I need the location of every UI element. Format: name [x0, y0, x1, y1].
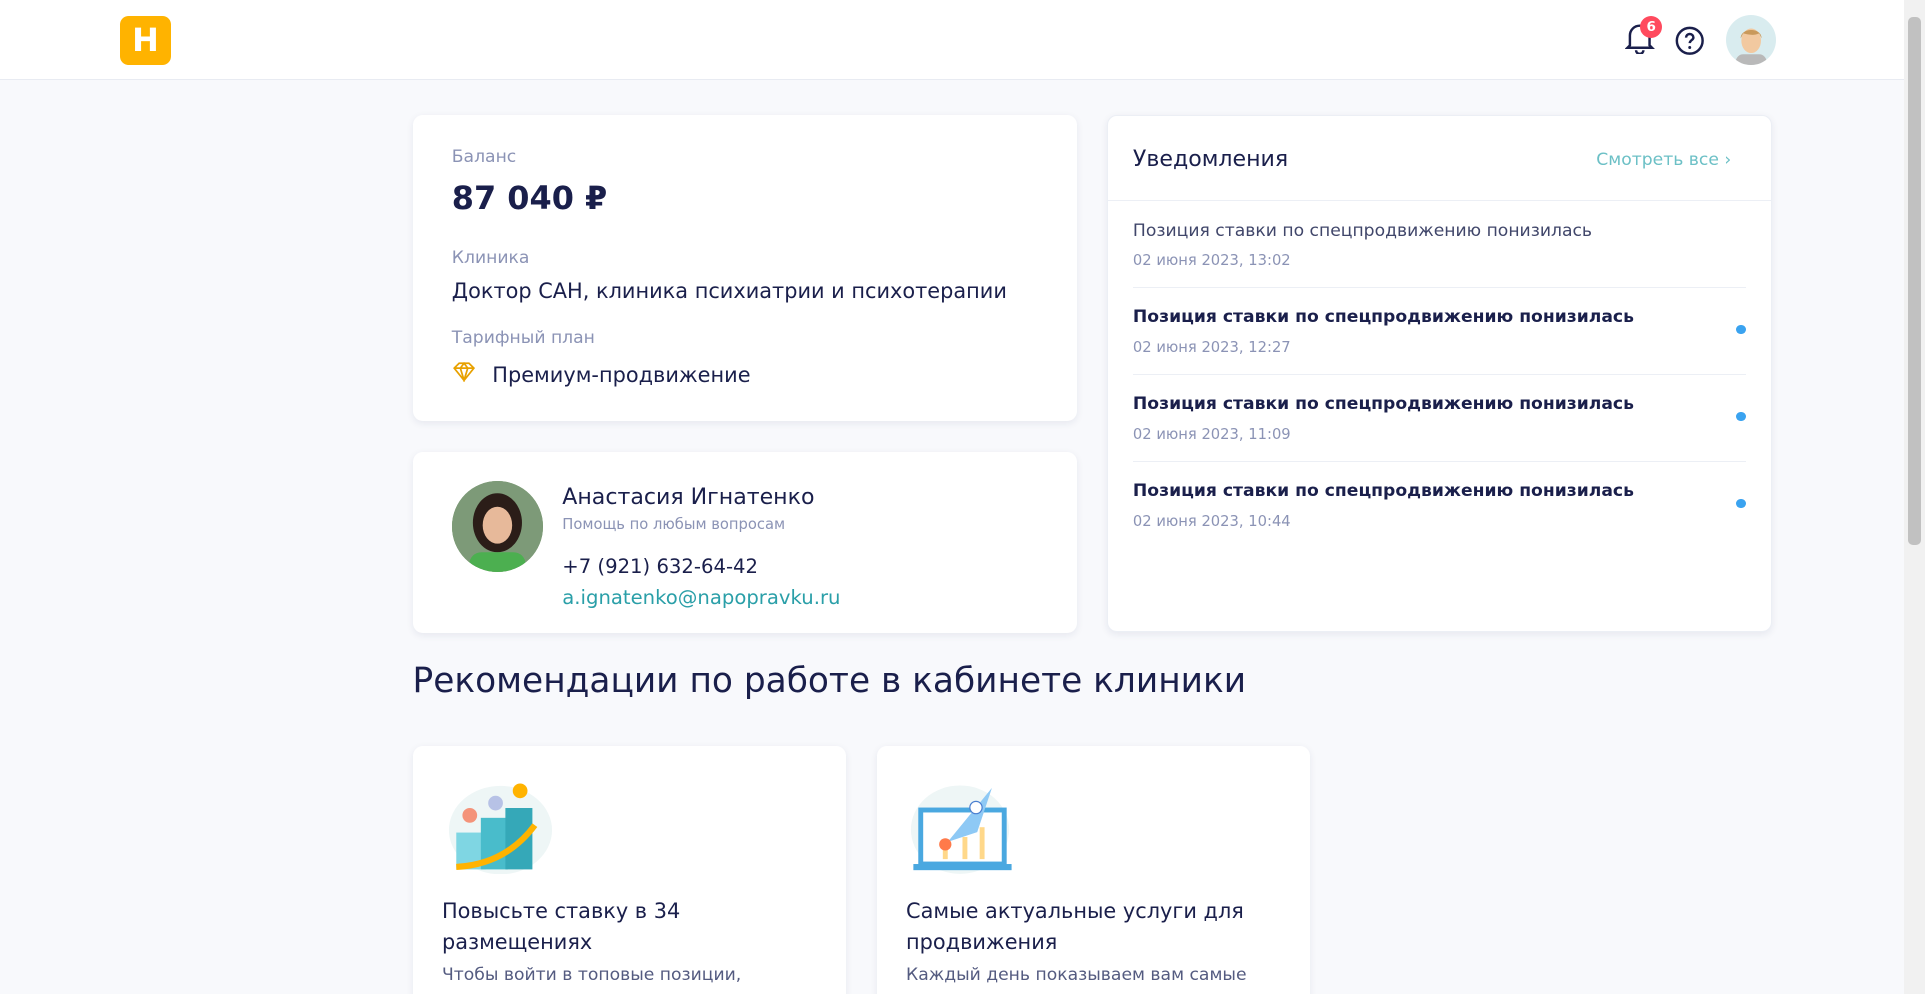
balance-value: 87 040 ₽	[451, 179, 608, 218]
notification-date: 02 июня 2023, 12:27	[1132, 339, 1291, 357]
notification-text: Позиция ставки по спецпродвижению понизи…	[1132, 481, 1634, 502]
recommendation-desc: Чтобы войти в топовые позиции,	[441, 964, 742, 985]
scrollbar[interactable]	[1904, 0, 1925, 994]
clinic-name: Доктор САН, клиника психиатрии и психоте…	[451, 278, 1007, 303]
manager-role: Помощь по любым вопросам	[562, 515, 786, 533]
notification-text: Позиция ставки по спецпродвижению понизи…	[1132, 307, 1634, 328]
notification-date: 02 июня 2023, 11:09	[1132, 426, 1291, 444]
manager-card: Анастасия Игнатенко Помощь по любым вопр…	[412, 451, 1077, 634]
notification-badge: 6	[1640, 15, 1663, 39]
recommendation-title: Повысьте ставку в 34 размещениях	[441, 899, 681, 954]
ranking-chart-icon	[449, 783, 553, 875]
notification-item[interactable]: Позиция ставки по спецпродвижению понизи…	[1132, 201, 1746, 288]
view-all-label: Смотреть все	[1596, 149, 1719, 170]
plan-name: Премиум-продвижение	[492, 363, 751, 388]
recommendations-title: Рекомендации по работе в кабинете клиник…	[412, 660, 1247, 701]
manager-phone[interactable]: +7 (921) 632-64-42	[562, 555, 758, 578]
recommendation-desc: Каждый день показываем вам самые	[906, 964, 1247, 985]
notification-date: 02 июня 2023, 13:02	[1132, 252, 1291, 270]
manager-email[interactable]: a.ignatenko@napopravku.ru	[562, 586, 840, 609]
unread-dot	[1736, 411, 1746, 422]
manager-photo	[451, 481, 543, 573]
top-header: Н 6	[0, 0, 1905, 80]
help-icon[interactable]	[1675, 26, 1704, 55]
recommendation-card[interactable]: Повысьте ставку в 34 размещениях Чтобы в…	[412, 746, 846, 994]
user-avatar[interactable]	[1726, 14, 1777, 66]
notification-item[interactable]: Позиция ставки по спецпродвижению понизи…	[1132, 288, 1746, 375]
unread-dot	[1736, 498, 1746, 509]
manager-name: Анастасия Игнатенко	[562, 483, 815, 510]
diamond-icon	[453, 362, 476, 382]
plan-label: Тарифный план	[451, 327, 595, 348]
recommendation-title: Самые актуальные услуги для продвижения	[906, 899, 1244, 954]
recommendation-card[interactable]: Самые актуальные услуги для продвижения …	[876, 746, 1310, 994]
unread-dot	[1736, 324, 1746, 335]
notifications-panel: Уведомления Смотреть все › Позиция ставк…	[1107, 115, 1772, 633]
balance-card: Баланс 87 040 ₽ Клиника Доктор САН, клин…	[412, 115, 1077, 422]
clinic-label: Клиника	[451, 247, 530, 268]
notification-text: Позиция ставки по спецпродвижению понизи…	[1132, 220, 1593, 241]
notifications-title: Уведомления	[1132, 145, 1289, 172]
rocket-laptop-icon	[910, 785, 1012, 875]
view-all-link[interactable]: Смотреть все ›	[1596, 150, 1731, 170]
notification-item[interactable]: Позиция ставки по спецпродвижению понизи…	[1133, 462, 1746, 548]
notification-item[interactable]: Позиция ставки по спецпродвижению понизи…	[1132, 375, 1746, 462]
scrollbar-thumb[interactable]	[1907, 17, 1922, 546]
notification-text: Позиция ставки по спецпродвижению понизи…	[1132, 394, 1634, 415]
balance-label: Баланс	[451, 147, 517, 168]
chevron-right-icon: ›	[1724, 149, 1732, 170]
notification-date: 02 июня 2023, 10:44	[1132, 513, 1291, 531]
logo[interactable]: Н	[120, 15, 171, 66]
